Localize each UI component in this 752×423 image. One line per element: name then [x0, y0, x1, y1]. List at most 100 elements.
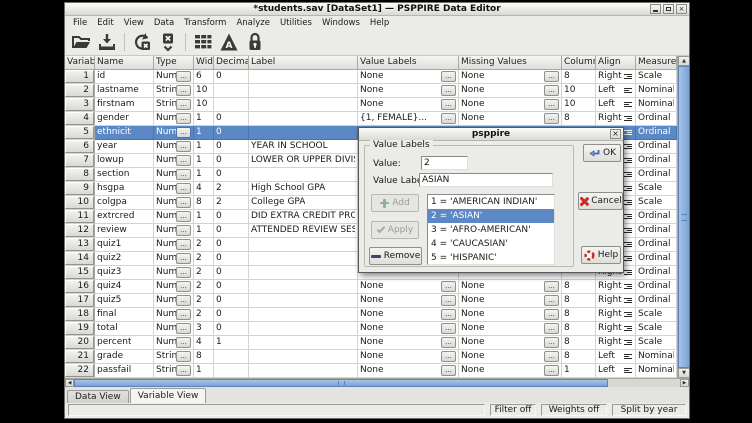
menu-item-file[interactable]: File	[69, 17, 91, 29]
cell-decimals[interactable]: 0	[214, 322, 249, 336]
horizontal-scrollbar-thumb[interactable]	[74, 379, 608, 387]
cell-value-labels[interactable]: None...	[358, 336, 459, 350]
cell-type[interactable]: Numeric...	[154, 196, 194, 210]
row-number-button[interactable]: 13	[65, 238, 94, 251]
cell-label[interactable]	[249, 98, 358, 112]
cell-width[interactable]: 1	[194, 154, 214, 168]
row-number-button[interactable]: 10	[65, 196, 94, 209]
cell-measure[interactable]: Ordinal	[636, 140, 677, 154]
cell-columns[interactable]: 8	[562, 112, 596, 126]
cell-name[interactable]: firstnam	[95, 98, 154, 112]
menu-item-utilities[interactable]: Utilities	[276, 17, 316, 29]
cell-measure[interactable]: Ordinal	[636, 210, 677, 224]
dialog-close-icon[interactable]: ×	[610, 129, 621, 139]
cell-decimals[interactable]: 0	[214, 238, 249, 252]
cell-decimals[interactable]: 0	[214, 308, 249, 322]
cell-name[interactable]: extrcred	[95, 210, 154, 224]
value-labels-edit-button[interactable]: ...	[441, 71, 456, 82]
cell-columns[interactable]: 8	[562, 308, 596, 322]
row-number-button[interactable]: 8	[65, 168, 94, 181]
cell-name[interactable]: quiz1	[95, 238, 154, 252]
scroll-left-icon[interactable]: ◀	[65, 379, 74, 387]
cell-decimals[interactable]: 2	[214, 182, 249, 196]
cell-decimals[interactable]: 0	[214, 168, 249, 182]
cell-decimals[interactable]	[214, 350, 249, 364]
cell-width[interactable]: 1	[194, 112, 214, 126]
window-titlebar[interactable]: *students.sav [DataSet1] — PSPPIRE Data …	[65, 3, 689, 16]
cell-measure[interactable]: Scale	[636, 196, 677, 210]
cell-align[interactable]: Right	[596, 322, 636, 336]
cell-type[interactable]: Numeric...	[154, 280, 194, 294]
cell-columns[interactable]: 8	[562, 322, 596, 336]
cell-width[interactable]: 2	[194, 238, 214, 252]
cell-decimals[interactable]: 0	[214, 224, 249, 238]
weight-cases-icon[interactable]	[242, 30, 268, 54]
value-label-item[interactable]: 4 = 'CAUCASIAN'	[428, 237, 554, 251]
row-number-button[interactable]: 2	[65, 84, 94, 97]
cell-missing-values[interactable]: None...	[459, 350, 562, 364]
cell-label[interactable]	[249, 126, 358, 140]
cell-width[interactable]: 1	[194, 140, 214, 154]
cell-width[interactable]: 2	[194, 252, 214, 266]
tab-data-view[interactable]: Data View	[67, 390, 129, 403]
cell-type[interactable]: Numeric...	[154, 70, 194, 84]
cell-width[interactable]: 4	[194, 336, 214, 350]
cell-width[interactable]: 2	[194, 294, 214, 308]
value-labels-edit-button[interactable]: ...	[441, 323, 456, 334]
cell-columns[interactable]: 8	[562, 350, 596, 364]
value-label-item[interactable]: 2 = 'ASIAN'	[428, 209, 554, 223]
cell-name[interactable]: quiz2	[95, 252, 154, 266]
cell-type[interactable]: Numeric...	[154, 182, 194, 196]
cell-columns[interactable]: 1	[562, 364, 596, 378]
cell-columns[interactable]: 8	[562, 280, 596, 294]
type-edit-button[interactable]: ...	[176, 197, 191, 208]
cell-decimals[interactable]: 0	[214, 210, 249, 224]
cell-decimals[interactable]	[214, 364, 249, 378]
cancel-button[interactable]: Cancel	[578, 192, 623, 210]
row-number-button[interactable]: 19	[65, 322, 94, 335]
cell-width[interactable]: 10	[194, 98, 214, 112]
type-edit-button[interactable]: ...	[176, 183, 191, 194]
variables-grid-icon[interactable]	[190, 30, 216, 54]
value-labels-edit-button[interactable]: ...	[441, 351, 456, 362]
cell-type[interactable]: Numeric...	[154, 210, 194, 224]
cell-label[interactable]	[249, 322, 358, 336]
cell-value-labels[interactable]: None...	[358, 70, 459, 84]
cell-name[interactable]: quiz4	[95, 280, 154, 294]
cell-decimals[interactable]	[214, 98, 249, 112]
menu-item-help[interactable]: Help	[366, 17, 393, 29]
cell-missing-values[interactable]: None...	[459, 84, 562, 98]
cell-label[interactable]: DID EXTRA CREDIT PROJ	[249, 210, 358, 224]
row-number-button[interactable]: 20	[65, 336, 94, 349]
cell-value-labels[interactable]: {1, FEMALE}......	[358, 112, 459, 126]
cell-width[interactable]: 1	[194, 224, 214, 238]
cell-align[interactable]: Left	[596, 98, 636, 112]
cell-measure[interactable]: Ordinal	[636, 266, 677, 280]
cell-type[interactable]: String...	[154, 364, 194, 378]
cell-columns[interactable]: 10	[562, 98, 596, 112]
type-edit-button[interactable]: ...	[176, 365, 191, 376]
row-number-button[interactable]: 11	[65, 210, 94, 223]
value-label-item[interactable]: 1 = 'AMERICAN INDIAN'	[428, 195, 554, 209]
cell-name[interactable]: quiz3	[95, 266, 154, 280]
cell-decimals[interactable]: 0	[214, 154, 249, 168]
cell-decimals[interactable]: 1	[214, 336, 249, 350]
row-number-button[interactable]: 14	[65, 252, 94, 265]
apply-button[interactable]: Apply	[371, 221, 419, 239]
cell-value-labels[interactable]: None...	[358, 364, 459, 378]
cell-columns[interactable]: 10	[562, 84, 596, 98]
cell-decimals[interactable]: 0	[214, 126, 249, 140]
cell-label[interactable]: YEAR IN SCHOOL	[249, 140, 358, 154]
cell-width[interactable]: 3	[194, 322, 214, 336]
menu-item-windows[interactable]: Windows	[318, 17, 364, 29]
cell-measure[interactable]: Nominal	[636, 350, 677, 364]
cell-type[interactable]: Numeric...	[154, 154, 194, 168]
vertical-scrollbar-thumb[interactable]	[678, 66, 689, 368]
value-label-item[interactable]: 3 = 'AFRO-AMERICAN'	[428, 223, 554, 237]
cell-width[interactable]: 2	[194, 308, 214, 322]
cell-measure[interactable]: Nominal	[636, 98, 677, 112]
cell-measure[interactable]: Ordinal	[636, 168, 677, 182]
cell-label[interactable]	[249, 350, 358, 364]
type-edit-button[interactable]: ...	[176, 113, 191, 124]
cell-name[interactable]: year	[95, 140, 154, 154]
